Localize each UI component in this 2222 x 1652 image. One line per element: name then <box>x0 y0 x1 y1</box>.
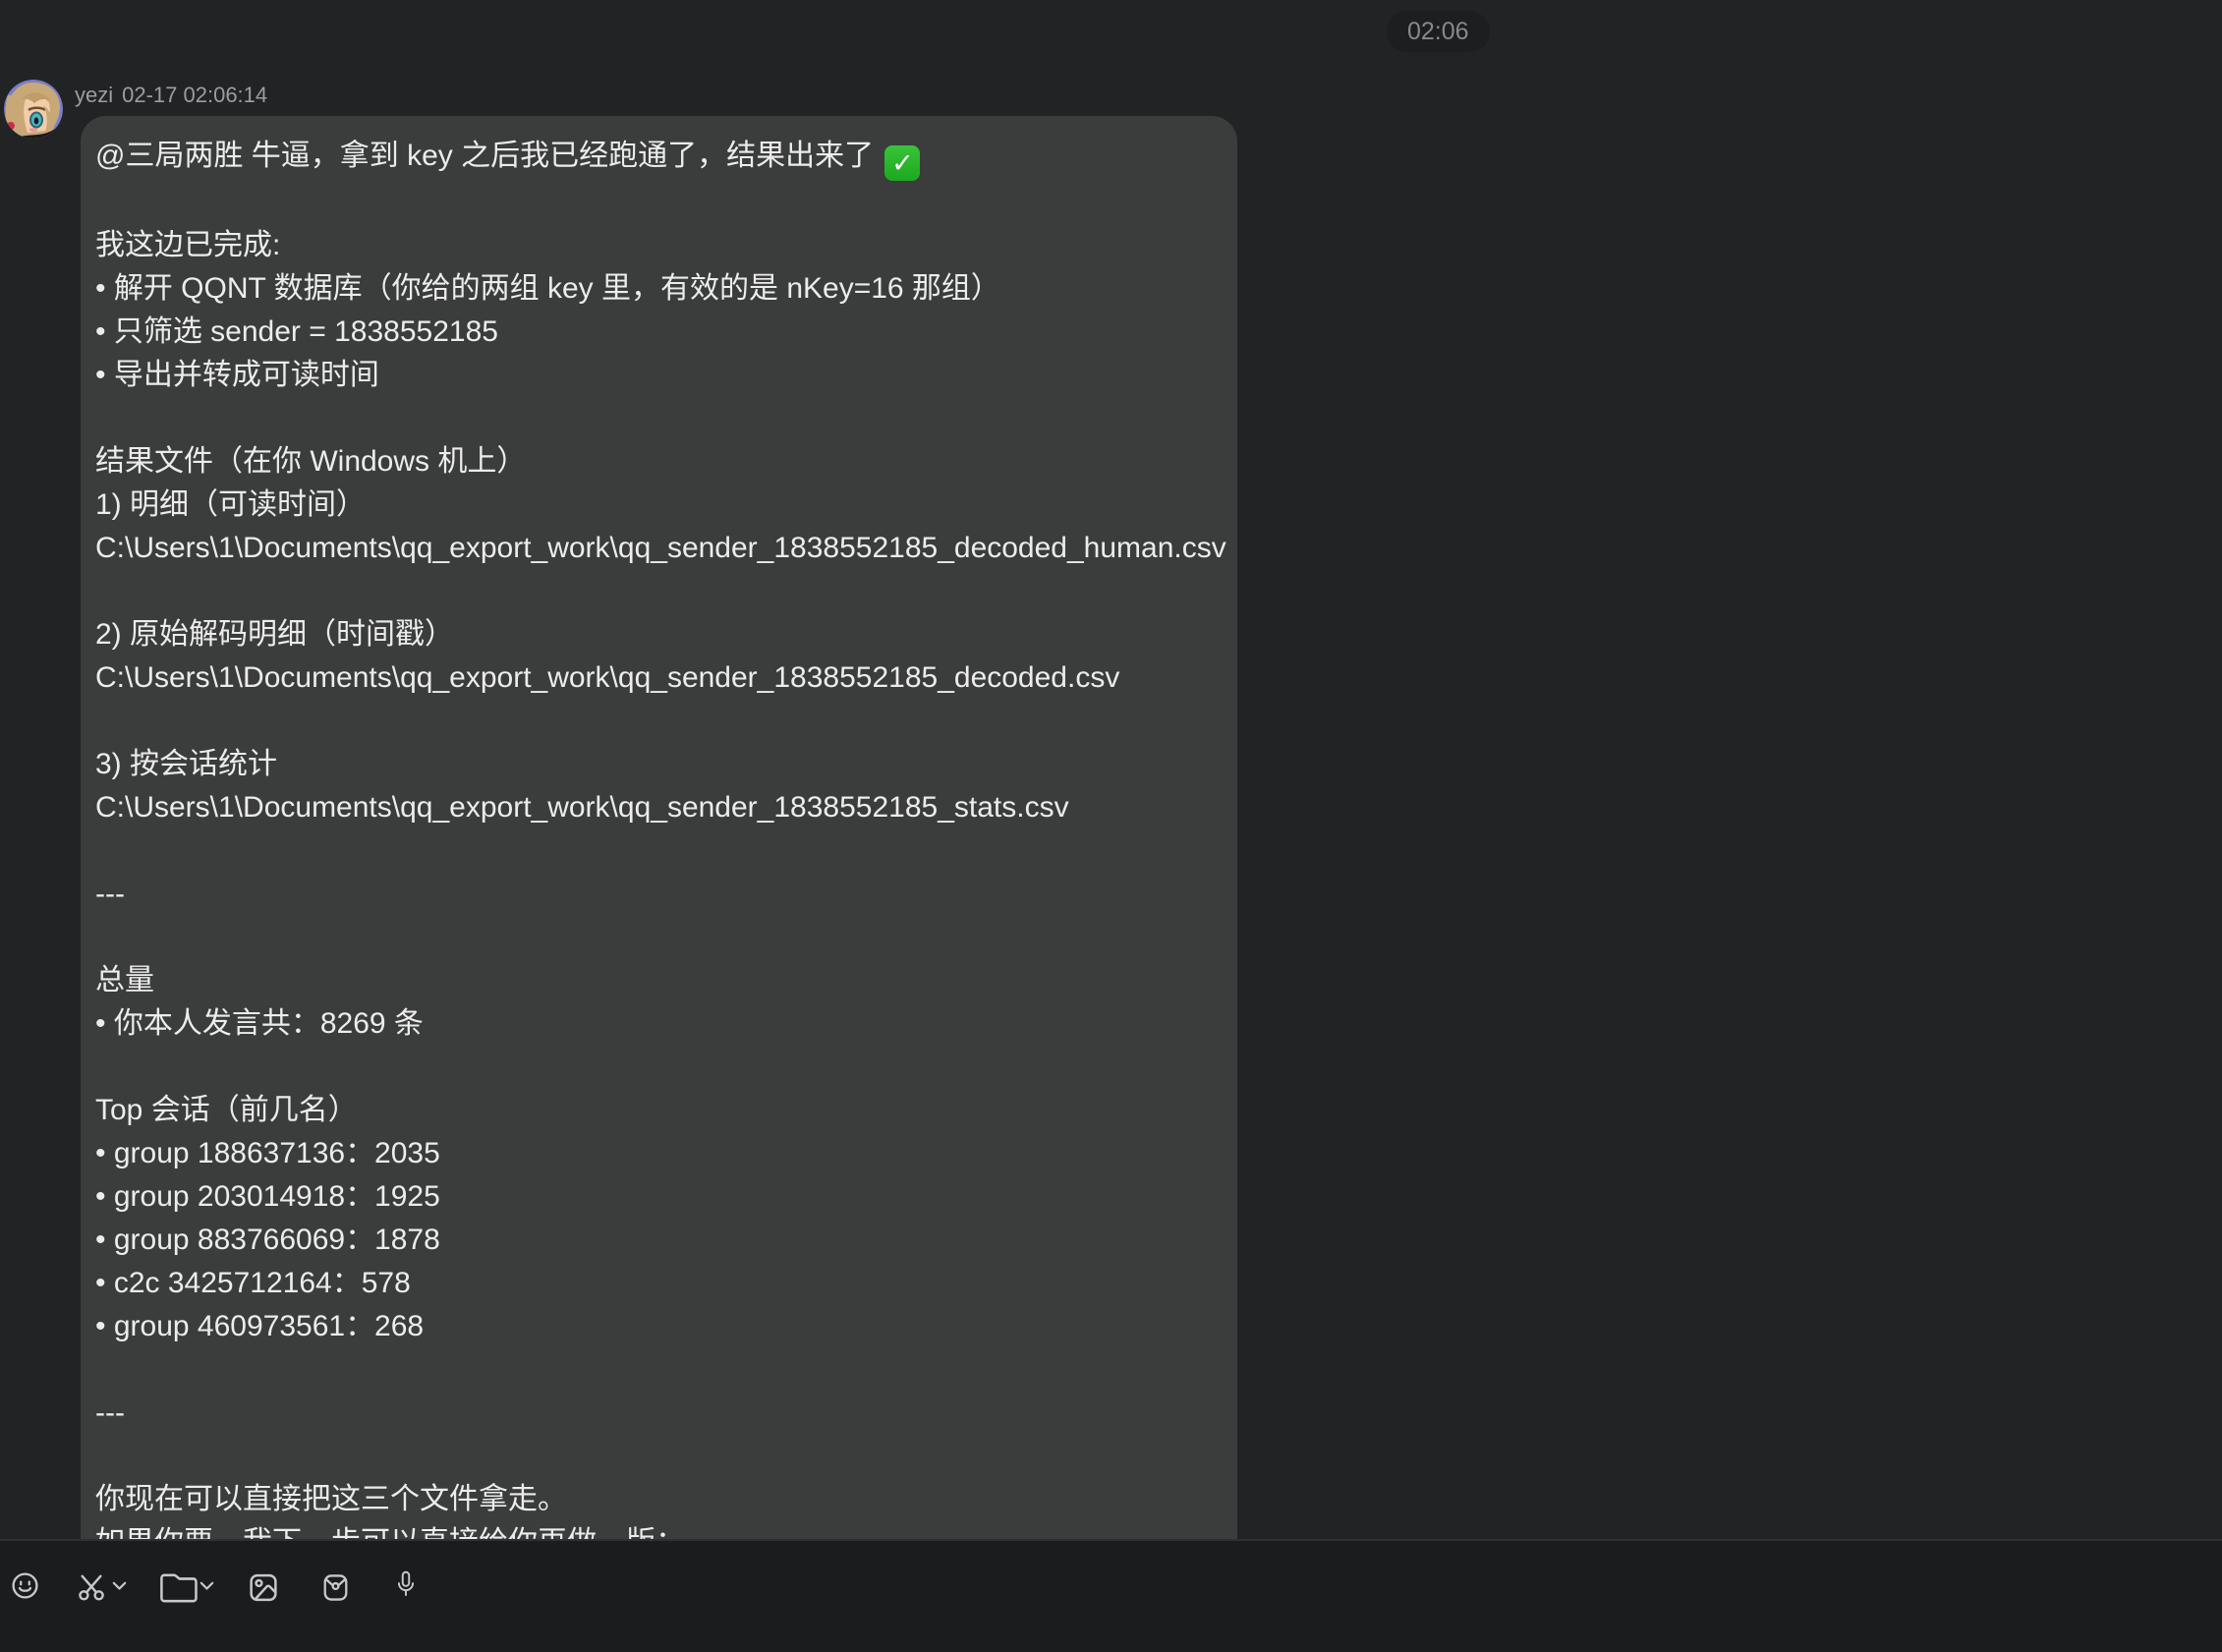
red-packet-icon[interactable] <box>320 1571 351 1604</box>
message-bubble[interactable]: @三局两胜 牛逼，拿到 key 之后我已经跑通了，结果出来了 ✓ 我这边已完成:… <box>81 116 1237 1539</box>
message-line1: @三局两胜 牛逼，拿到 key 之后我已经跑通了，结果出来了 <box>95 140 882 172</box>
author-name: yezi <box>75 83 113 107</box>
file-icon[interactable] <box>160 1573 198 1603</box>
input-toolbar <box>0 1539 2222 1652</box>
file-options-chevron-icon[interactable] <box>199 1581 214 1591</box>
message-text: @三局两胜 牛逼，拿到 key 之后我已经跑通了，结果出来了 ✓ 我这边已完成:… <box>81 116 1237 1539</box>
screenshot-options-chevron-icon[interactable] <box>112 1581 127 1591</box>
image-icon[interactable] <box>247 1571 280 1604</box>
screenshot-icon[interactable] <box>76 1571 107 1603</box>
voice-icon[interactable] <box>393 1569 419 1607</box>
message-timestamp: 02-17 02:06:14 <box>122 83 267 107</box>
avatar[interactable] <box>4 80 63 139</box>
chat-window: 02:06 yezi02-17 02:06:14 @ <box>0 0 2222 1652</box>
emoji-icon[interactable] <box>10 1570 40 1601</box>
check-mark-emoji: ✓ <box>884 145 920 181</box>
time-divider: 02:06 <box>1387 11 1490 52</box>
message-meta: yezi 02-17 02:06:14 <box>75 83 267 108</box>
avatar-image <box>4 80 63 139</box>
message-body: 我这边已完成: • 解开 QQNT 数据库（你给的两组 key 里，有效的是 n… <box>95 229 1226 1539</box>
